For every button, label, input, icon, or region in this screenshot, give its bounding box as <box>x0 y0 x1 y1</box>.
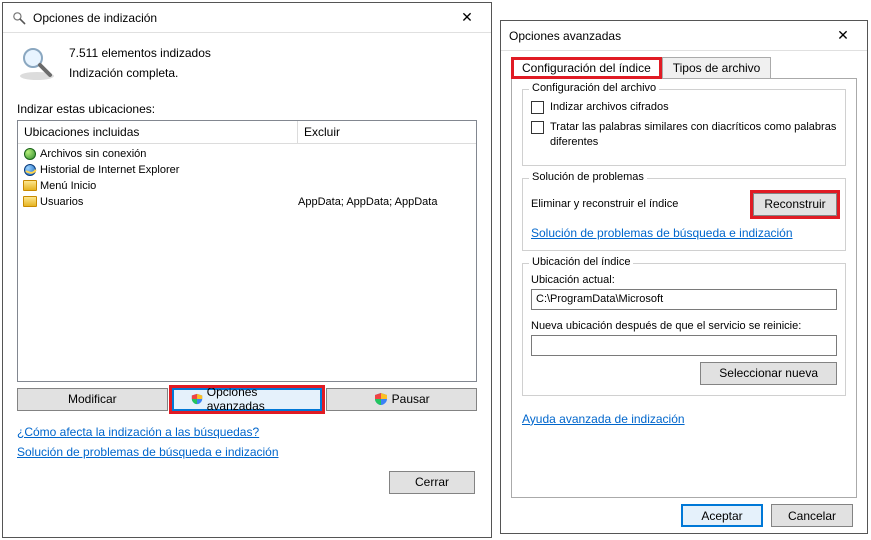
rebuild-button[interactable]: Reconstruir <box>753 193 837 216</box>
cancel-button[interactable]: Cancelar <box>771 504 853 527</box>
close-button[interactable]: Cerrar <box>389 471 475 494</box>
tab-index-config[interactable]: Configuración del índice <box>511 57 662 79</box>
list-header: Ubicaciones incluidas Excluir <box>18 121 476 144</box>
close-icon[interactable]: ✕ <box>827 24 859 48</box>
new-location-label: Nueva ubicación después de que el servic… <box>531 320 837 332</box>
group-legend: Solución de problemas <box>529 171 647 183</box>
titlebar[interactable]: Opciones avanzadas ✕ <box>501 21 867 51</box>
search-icon <box>11 10 27 26</box>
indexed-count: 7.511 elementos indizados <box>69 43 211 63</box>
encrypted-checkbox[interactable] <box>531 101 544 114</box>
dialog-title: Opciones de indización <box>33 11 451 25</box>
tabs: Configuración del índice Tipos de archiv… <box>511 57 857 79</box>
how-link[interactable]: ¿Cómo afecta la indización a las búsqued… <box>17 425 259 439</box>
group-legend: Ubicación del índice <box>529 256 633 268</box>
ok-button[interactable]: Aceptar <box>681 504 763 527</box>
encrypted-label: Indizar archivos cifrados <box>550 100 669 114</box>
new-location-field[interactable] <box>531 335 837 356</box>
list-item[interactable]: Archivos sin conexión <box>18 146 476 162</box>
index-location-group: Ubicación del índice Ubicación actual: N… <box>522 263 846 396</box>
list-item[interactable]: Usuarios AppData; AppData; AppData <box>18 194 476 210</box>
locations-list[interactable]: Ubicaciones incluidas Excluir Archivos s… <box>17 120 477 382</box>
diacritics-label: Tratar las palabras similares con diacrí… <box>550 120 837 149</box>
advanced-options-dialog: Opciones avanzadas ✕ Configuración del í… <box>500 20 868 534</box>
indexing-options-dialog: Opciones de indización ✕ 7.511 elementos… <box>2 2 492 538</box>
col-exclude[interactable]: Excluir <box>298 121 476 143</box>
tab-file-types[interactable]: Tipos de archivo <box>662 57 772 79</box>
file-config-group: Configuración del archivo Indizar archiv… <box>522 89 846 166</box>
tab-panel: Configuración del archivo Indizar archiv… <box>511 78 857 498</box>
rebuild-label: Eliminar y reconstruir el índice <box>531 198 678 210</box>
current-location-label: Ubicación actual: <box>531 274 837 286</box>
titlebar[interactable]: Opciones de indización ✕ <box>3 3 491 33</box>
dialog-title: Opciones avanzadas <box>509 29 827 43</box>
advanced-options-button[interactable]: Opciones avanzadas <box>172 388 323 411</box>
ie-icon <box>22 163 38 177</box>
shield-icon <box>191 392 203 406</box>
advanced-help-link[interactable]: Ayuda avanzada de indización <box>522 412 685 426</box>
folder-icon <box>22 179 38 193</box>
pause-button[interactable]: Pausar <box>326 388 477 411</box>
shield-icon <box>374 392 388 406</box>
folder-icon <box>22 195 38 209</box>
select-new-button[interactable]: Seleccionar nueva <box>700 362 837 385</box>
list-item[interactable]: Menú Inicio <box>18 178 476 194</box>
troubleshoot-group: Solución de problemas Eliminar y reconst… <box>522 178 846 251</box>
modify-button[interactable]: Modificar <box>17 388 168 411</box>
col-included[interactable]: Ubicaciones incluidas <box>18 121 298 143</box>
locations-label: Indizar estas ubicaciones: <box>17 102 477 116</box>
globe-icon <box>22 147 38 161</box>
list-item[interactable]: Historial de Internet Explorer <box>18 162 476 178</box>
close-icon[interactable]: ✕ <box>451 6 483 30</box>
current-location-field[interactable] <box>531 289 837 310</box>
indexing-status: Indización completa. <box>69 63 211 83</box>
diacritics-checkbox[interactable] <box>531 121 544 134</box>
magnifier-icon <box>17 43 57 83</box>
troubleshoot-link[interactable]: Solución de problemas de búsqueda e indi… <box>17 445 279 459</box>
group-legend: Configuración del archivo <box>529 82 659 94</box>
troubleshoot-link[interactable]: Solución de problemas de búsqueda e indi… <box>531 226 793 240</box>
